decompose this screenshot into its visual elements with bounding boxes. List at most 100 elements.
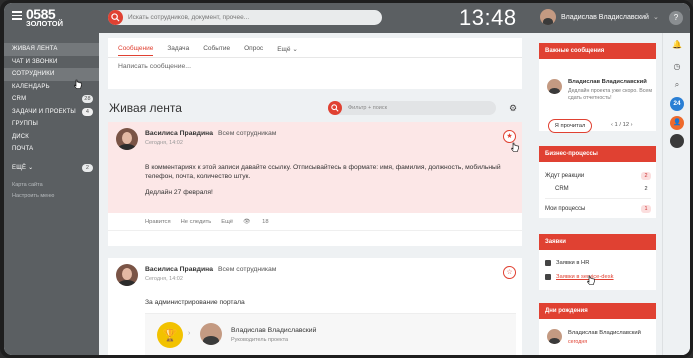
pager[interactable]: ‹ 1 / 12 › bbox=[611, 122, 633, 128]
post-target[interactable]: Всем сотрудникам bbox=[218, 130, 276, 137]
process-row[interactable]: Ждут реакции 2 bbox=[545, 172, 651, 180]
requests-widget: Заявки Заявки в HR Заявки в service-desk bbox=[539, 234, 656, 290]
message-text: Дедлайн проекта уже скоро. Всем сдать от… bbox=[568, 88, 653, 101]
views-count: 👁 18 bbox=[243, 219, 278, 225]
contact-icon[interactable]: 👤 bbox=[670, 116, 684, 130]
avatar[interactable] bbox=[116, 128, 138, 150]
birthday-name[interactable]: Владислав Владиславский bbox=[568, 330, 641, 336]
tab-event[interactable]: Событие bbox=[203, 45, 230, 56]
sidebar-item-more[interactable]: ЕЩЁ ⌄ 2 bbox=[4, 162, 99, 175]
count-badge: 1 bbox=[641, 205, 651, 213]
tab-more-label: Ещё bbox=[277, 46, 291, 53]
message-input[interactable]: Написать сообщение... bbox=[118, 63, 191, 70]
page-title: Живая лента bbox=[109, 101, 182, 115]
sidebar-item-tasks[interactable]: ЗАДАЧИ И ПРОЕКТЫ 4 bbox=[4, 106, 99, 119]
avatar bbox=[547, 79, 562, 94]
recipient-name[interactable]: Владислав Владиславский bbox=[231, 327, 316, 334]
feed-post: Василиса Правдина > Всем сотрудникам Сег… bbox=[108, 258, 522, 355]
sidebar-item-calendar[interactable]: КАЛЕНДАРЬ bbox=[4, 81, 99, 94]
sidebar-item-label: ЧАТ И ЗВОНКИ bbox=[12, 58, 58, 65]
post-actions: Нравится Не следить Ещё 👁 18 bbox=[145, 219, 289, 225]
message-author[interactable]: Владислав Владиславский bbox=[568, 79, 647, 85]
counter-badge[interactable]: 24 bbox=[670, 97, 684, 111]
feed-post: Василиса Правдина > Всем сотрудникам Сег… bbox=[108, 122, 522, 246]
important-messages-widget: Важные сообщения Владислав Владиславский… bbox=[539, 43, 656, 133]
search-input[interactable] bbox=[128, 12, 368, 23]
sidebar: ЖИВАЯ ЛЕНТА ЧАТ И ЗВОНКИ СОТРУДНИКИ КАЛЕ… bbox=[4, 33, 99, 355]
user-name: Владислав Владиславский bbox=[561, 13, 649, 21]
post-text: Дедлайн 27 февраля! bbox=[145, 189, 213, 196]
right-rail: 🔔 ◷ ⌕ 24 👤 bbox=[662, 33, 690, 355]
logo[interactable]: 0585 ЗОЛОТОЙ bbox=[26, 7, 63, 28]
sidebar-item-label: СОТРУДНИКИ bbox=[12, 71, 55, 77]
chevron-right-icon: > bbox=[207, 130, 211, 137]
mark-read-button[interactable]: Я прочитал bbox=[548, 119, 592, 133]
tab-poll[interactable]: Опрос bbox=[244, 45, 263, 56]
configure-menu-link[interactable]: Настроить меню bbox=[4, 191, 99, 202]
search-icon[interactable] bbox=[108, 10, 123, 25]
request-servicedesk-link[interactable]: Заявки в service-desk bbox=[545, 274, 614, 280]
sidebar-item-disk[interactable]: ДИСК bbox=[4, 131, 99, 144]
gear-icon[interactable]: ⚙ bbox=[508, 103, 518, 113]
request-label: Заявки в service-desk bbox=[556, 274, 614, 280]
process-label: CRM bbox=[555, 186, 569, 192]
tab-message[interactable]: Сообщение bbox=[118, 45, 154, 56]
right-column: Важные сообщения Владислав Владиславский… bbox=[539, 33, 656, 355]
business-processes-widget: Бизнес-процессы Ждут реакции 2 CRM 2 Мои п… bbox=[539, 146, 656, 218]
request-hr-link[interactable]: Заявки в HR bbox=[545, 260, 589, 266]
sidebar-item-chat[interactable]: ЧАТ И ЗВОНКИ bbox=[4, 56, 99, 69]
more-button[interactable]: Ещё bbox=[221, 219, 233, 225]
post-author[interactable]: Василиса Правдина bbox=[145, 130, 213, 137]
composer-tabs: Сообщение Задача Событие Опрос Ещё ⌄ bbox=[118, 45, 312, 56]
search-icon[interactable] bbox=[328, 101, 342, 115]
folder-icon bbox=[545, 274, 551, 280]
post-author[interactable]: Василиса Правдина bbox=[145, 266, 213, 273]
process-row[interactable]: CRM 2 bbox=[545, 186, 651, 192]
like-button[interactable]: Нравится bbox=[145, 219, 171, 225]
widget-title: Бизнес-процессы bbox=[539, 146, 656, 162]
count-badge: 2 bbox=[644, 186, 648, 192]
avatar[interactable] bbox=[200, 323, 222, 345]
post-date: Сегодня, 14:02 bbox=[145, 276, 183, 282]
hand-cursor-icon bbox=[74, 79, 82, 89]
tab-task[interactable]: Задача bbox=[167, 45, 189, 56]
clock-icon[interactable]: ◷ bbox=[671, 61, 683, 73]
sidebar-item-groups[interactable]: ГРУППЫ bbox=[4, 118, 99, 131]
help-button[interactable]: ? bbox=[669, 11, 683, 25]
recipient-role: Руководитель проекта bbox=[231, 337, 289, 343]
search-icon[interactable]: ⌕ bbox=[671, 79, 683, 91]
count-badge: 2 bbox=[641, 172, 651, 180]
widget-title: Заявки bbox=[539, 234, 656, 250]
sitemap-link[interactable]: Карта сайта bbox=[4, 180, 99, 191]
search-bar[interactable] bbox=[108, 10, 382, 25]
folder-icon bbox=[545, 260, 551, 266]
filter-search[interactable]: Фильтр + поиск bbox=[328, 101, 496, 115]
sidebar-item-feed[interactable]: ЖИВАЯ ЛЕНТА bbox=[4, 43, 99, 56]
chevron-right-icon: > bbox=[207, 266, 211, 273]
sidebar-item-label: ЗАДАЧИ И ПРОЕКТЫ bbox=[12, 108, 76, 115]
sidebar-item-label: CRM bbox=[12, 96, 27, 102]
unfollow-button[interactable]: Не следить bbox=[181, 219, 212, 225]
hand-cursor-icon bbox=[511, 142, 519, 152]
birthday-date: сегодня bbox=[568, 339, 588, 345]
logo-sub: ЗОЛОТОЙ bbox=[26, 19, 63, 28]
user-menu[interactable]: Владислав Владиславский ⌄ bbox=[540, 9, 659, 25]
eye-icon: 👁 bbox=[243, 219, 251, 225]
sidebar-item-mail[interactable]: ПОЧТА bbox=[4, 143, 99, 156]
avatar bbox=[547, 329, 562, 344]
bell-icon[interactable]: 🔔 bbox=[671, 39, 683, 51]
tab-more[interactable]: Ещё ⌄ bbox=[277, 45, 298, 56]
count-badge: 2 bbox=[82, 163, 93, 172]
post-target[interactable]: Всем сотрудникам bbox=[218, 266, 276, 273]
sidebar-item-employees[interactable]: СОТРУДНИКИ bbox=[4, 68, 99, 81]
post-text: телефон, почта, количество штук. bbox=[145, 173, 251, 180]
sidebar-item-crm[interactable]: CRM 28 bbox=[4, 93, 99, 106]
process-row[interactable]: Мои процессы 1 bbox=[545, 205, 651, 213]
count-badge: 4 bbox=[82, 107, 93, 116]
avatar[interactable] bbox=[670, 134, 684, 148]
avatar[interactable] bbox=[116, 264, 138, 286]
window-frame: 0585 ЗОЛОТОЙ 13:48 Владислав Владиславск… bbox=[0, 0, 693, 358]
sidebar-item-label: ДИСК bbox=[12, 133, 30, 140]
star-icon[interactable]: ☆ bbox=[503, 266, 516, 279]
menu-icon[interactable] bbox=[12, 11, 22, 21]
